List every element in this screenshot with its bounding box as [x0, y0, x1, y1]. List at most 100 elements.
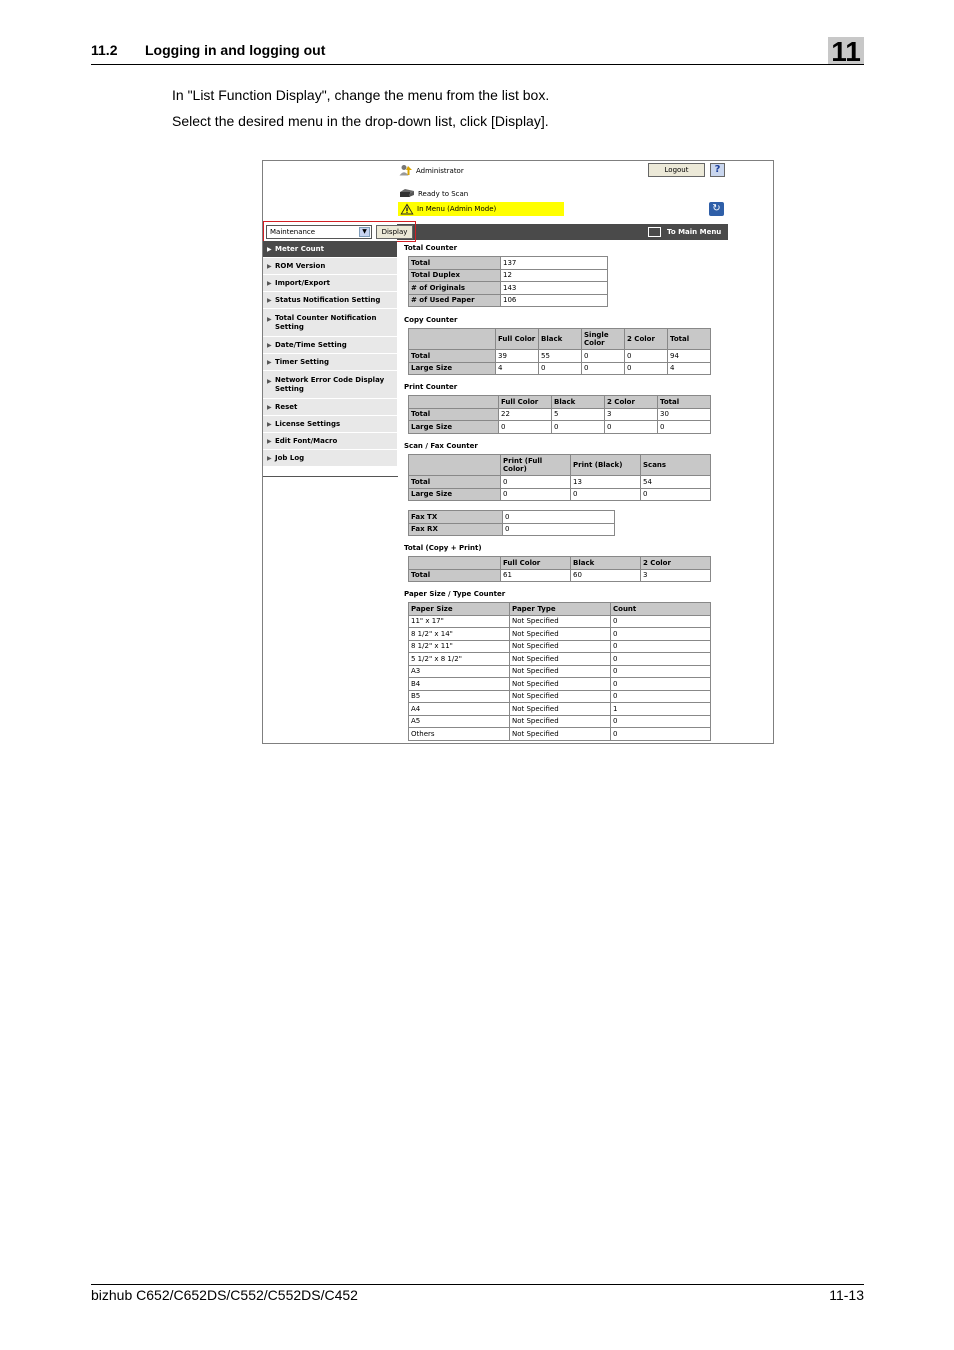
- table-cell: Fax RX: [408, 522, 503, 536]
- table-row: 8 1/2" x 14" Not Specified 0: [408, 627, 711, 641]
- table-cell: Total: [667, 328, 711, 350]
- table-cell: Total: [408, 407, 499, 421]
- main-menu-icon[interactable]: [648, 227, 661, 237]
- triangle-right-icon: ▶: [267, 245, 272, 253]
- table-row: Fax RX 0: [408, 522, 615, 536]
- table-cell: Large Size: [408, 361, 496, 375]
- table-row: Fax TX 0: [408, 510, 615, 524]
- footer-page-number: 11-13: [829, 1287, 864, 1303]
- table-row: Full Color Black 2 Color: [408, 556, 711, 570]
- sidebar-item-meter-count[interactable]: ▶ Meter Count: [263, 241, 397, 258]
- administrator-icon: [399, 165, 412, 176]
- triangle-right-icon: ▶: [267, 403, 272, 411]
- table-cell: 12: [500, 268, 608, 282]
- table-row: Paper Size Paper Type Count: [408, 602, 711, 616]
- sidebar-item-reset[interactable]: ▶ Reset: [263, 399, 397, 416]
- table-cell: 0: [610, 639, 711, 653]
- sidebar-item-network-error-code[interactable]: ▶ Network Error Code Display Setting: [263, 371, 397, 399]
- sidebar-item-license-settings[interactable]: ▶ License Settings: [263, 416, 397, 433]
- table-row: 8 1/2" x 11" Not Specified 0: [408, 639, 711, 653]
- help-button[interactable]: ?: [710, 163, 725, 177]
- table-cell: Black: [570, 556, 641, 570]
- to-main-menu-link[interactable]: To Main Menu: [667, 228, 721, 237]
- triangle-right-icon: ▶: [267, 296, 272, 304]
- table-cell: Not Specified: [509, 714, 611, 728]
- triangle-right-icon: ▶: [267, 358, 272, 366]
- table-row: Total Duplex 12: [408, 268, 608, 282]
- print-counter-table: Full Color Black 2 Color Total Total 22 5 3…: [408, 395, 711, 434]
- table-cell: 0: [610, 689, 711, 703]
- table-cell: 137: [500, 256, 608, 270]
- scan-fax-counter-table: Print (Full Color) Print (Black) Scans T…: [408, 454, 711, 501]
- table-row: Total 22 5 3 30: [408, 407, 711, 421]
- footer-rule: [91, 1284, 864, 1285]
- sidebar-item-edit-font-macro[interactable]: ▶ Edit Font/Macro: [263, 433, 397, 450]
- table-row: Full Color Black 2 Color Total: [408, 395, 711, 409]
- table-cell: Single Color: [581, 328, 625, 350]
- table-cell: 0: [581, 361, 625, 375]
- table-cell: Not Specified: [509, 702, 611, 716]
- table-cell: Paper Size: [408, 602, 510, 616]
- table-cell: 30: [657, 407, 711, 421]
- table-cell: 13: [570, 475, 641, 489]
- table-row: 11" x 17" Not Specified 0: [408, 614, 711, 628]
- table-row: Total 0 13 54: [408, 475, 711, 489]
- triangle-right-icon: ▶: [267, 378, 272, 385]
- table-cell: # of Originals: [408, 281, 501, 295]
- table-cell: 0: [551, 420, 605, 434]
- warning-icon: [400, 203, 414, 215]
- refresh-icon[interactable]: ↻: [709, 202, 724, 216]
- table-cell: Total Duplex: [408, 268, 501, 282]
- table-cell: 61: [500, 568, 571, 582]
- table-cell: [408, 395, 499, 409]
- copy-counter-table: Full Color Black Single Color 2 Color To…: [408, 328, 711, 375]
- table-cell: 2 Color: [640, 556, 711, 570]
- table-row: A5 Not Specified 0: [408, 714, 711, 728]
- sidebar-item-import-export[interactable]: ▶ Import/Export: [263, 275, 397, 292]
- table-cell: Print (Black): [570, 454, 641, 476]
- table-cell: Scans: [640, 454, 711, 476]
- triangle-right-icon: ▶: [267, 316, 272, 323]
- sidebar-item-date-time[interactable]: ▶ Date/Time Setting: [263, 337, 397, 354]
- logout-button[interactable]: Logout: [648, 163, 705, 177]
- table-cell: [408, 328, 496, 350]
- table-cell: Fax TX: [408, 510, 503, 524]
- fax-counter-table: Fax TX 0 Fax RX 0: [408, 510, 615, 536]
- highlight-box: [263, 221, 416, 242]
- table-cell: Total: [408, 568, 501, 582]
- table-cell: Full Color: [495, 328, 539, 350]
- table-cell: Black: [551, 395, 605, 409]
- table-row: Total 61 60 3: [408, 568, 711, 582]
- table-cell: Total: [408, 475, 501, 489]
- sidebar-item-timer[interactable]: ▶ Timer Setting: [263, 354, 397, 371]
- sidebar-item-status-notification[interactable]: ▶ Status Notification Setting: [263, 292, 397, 309]
- sidebar-rule: [263, 476, 398, 477]
- mode-status: In Menu (Admin Mode): [417, 205, 497, 213]
- table-row: B5 Not Specified 0: [408, 689, 711, 703]
- table-cell: 0: [610, 614, 711, 628]
- sidebar-item-total-counter-notification[interactable]: ▶ Total Counter Notification Setting: [263, 309, 397, 337]
- table-cell: 0: [610, 727, 711, 741]
- triangle-right-icon: ▶: [267, 279, 272, 287]
- table-cell: 3: [640, 568, 711, 582]
- table-cell: 60: [570, 568, 641, 582]
- web-connection-screenshot: Administrator Logout ? Ready to Scan In …: [262, 160, 774, 744]
- table-cell: 0: [502, 510, 615, 524]
- table-row: Total 137: [408, 256, 608, 270]
- table-cell: 8 1/2" x 11": [408, 639, 510, 653]
- table-cell: Not Specified: [509, 727, 611, 741]
- table-cell: Not Specified: [509, 627, 611, 641]
- chapter-number: 11: [828, 37, 864, 67]
- user-label: Administrator: [416, 167, 464, 175]
- table-cell: Others: [408, 727, 510, 741]
- sidebar-item-rom-version[interactable]: ▶ ROM Version: [263, 258, 397, 275]
- table-cell: A3: [408, 664, 510, 678]
- sidebar-item-job-log[interactable]: ▶ Job Log: [263, 450, 397, 467]
- total-copy-print-title: Total (Copy + Print): [404, 544, 482, 552]
- table-cell: Count: [610, 602, 711, 616]
- scan-fax-counter-title: Scan / Fax Counter: [404, 442, 478, 450]
- table-cell: 1: [610, 702, 711, 716]
- table-cell: 0: [538, 361, 582, 375]
- triangle-right-icon: ▶: [267, 420, 272, 428]
- table-cell: Not Specified: [509, 664, 611, 678]
